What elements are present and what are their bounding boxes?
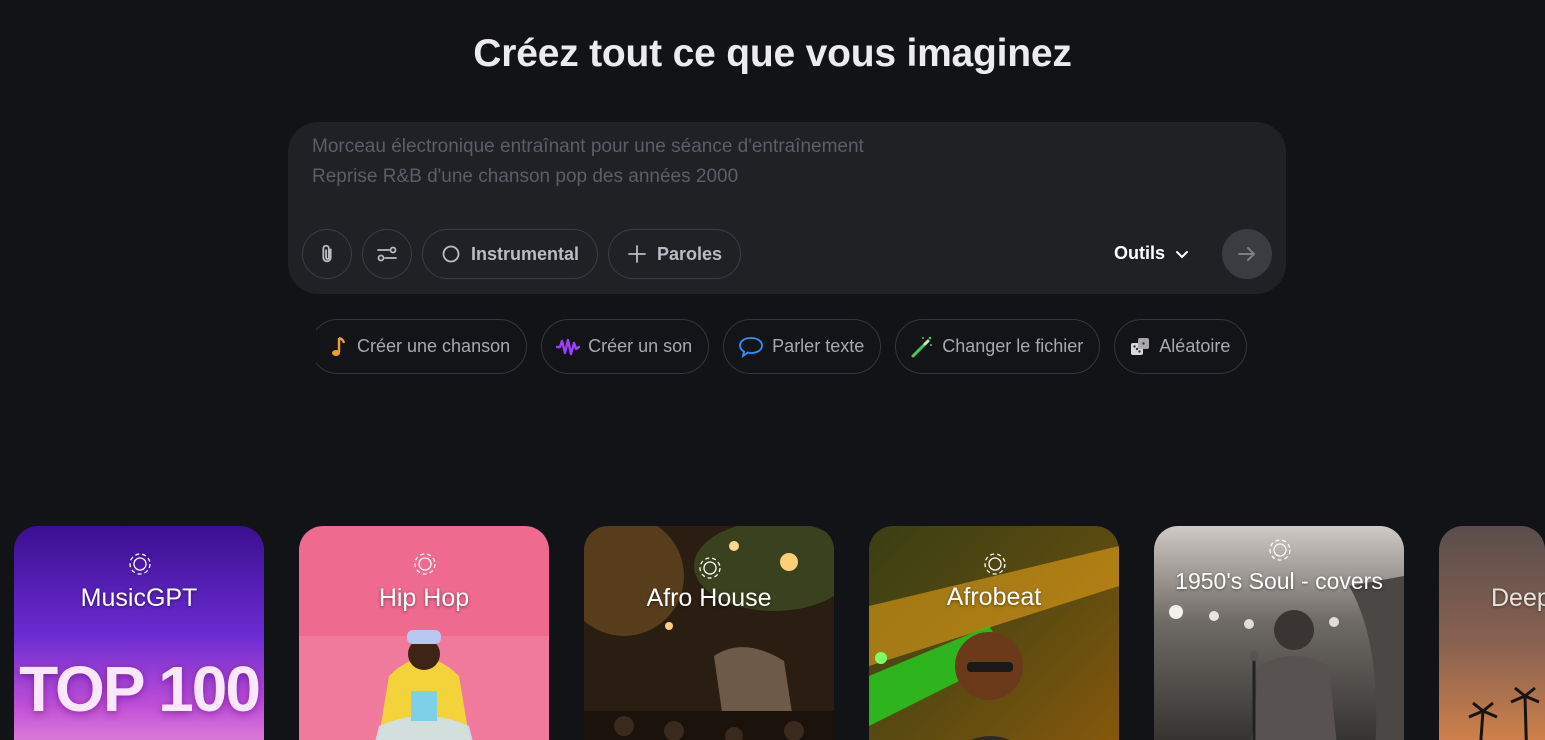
speech-bubble-icon [739,336,764,358]
magic-wand-icon [911,336,933,357]
tools-dropdown[interactable]: Outils [1114,243,1189,264]
lyrics-label: Paroles [657,243,723,264]
lyrics-button[interactable]: Paroles [608,229,742,279]
settings-button[interactable] [362,229,412,279]
playlist-card-musicgpt[interactable]: MusicGPT TOP 100 [14,526,264,740]
instrumental-toggle[interactable]: Instrumental [422,229,599,279]
card-title: Deep [1491,584,1545,612]
suggestion-random[interactable]: Aléatoire [1114,319,1248,374]
playlist-card-deep[interactable]: Deep [1439,526,1545,740]
radio-circle-icon [442,245,460,263]
musicgpt-logo-icon [129,553,151,575]
prompt-toolbar: Instrumental Paroles [302,229,742,279]
card-title: MusicGPT [80,584,198,612]
chevron-down-icon [1176,250,1189,258]
suggestion-create-song[interactable]: Créer une chanson [316,319,528,374]
instrumental-label: Instrumental [471,243,580,264]
suggestion-chips: Créer une chanson Créer un son Parler te… [316,319,1256,375]
chip-label: Parler texte [772,336,865,356]
prompt-box[interactable]: Morceau électronique entraînant pour une… [288,122,1286,294]
tools-label: Outils [1114,243,1166,263]
chip-label: Créer une chanson [357,336,511,356]
card-subtitle: TOP 100 [19,653,261,725]
chip-label: Créer un son [588,336,693,356]
playlist-card-afro-house[interactable]: Afro House [584,526,834,740]
placeholder-line: Morceau électronique entraînant pour une… [312,136,864,157]
prompt-input[interactable]: Morceau électronique entraînant pour une… [312,132,864,192]
music-note-icon [332,336,346,356]
placeholder-line: Reprise R&B d'une chanson pop des années… [312,166,739,187]
card-title: Hip Hop [378,584,470,612]
card-artwork [1439,526,1545,740]
musicgpt-logo-icon [1269,539,1291,561]
suggestion-text-to-speech[interactable]: Parler texte [723,319,882,374]
chip-label: Aléatoire [1159,336,1231,356]
suggestion-create-sound[interactable]: Créer un son [541,319,710,374]
waveform-icon [556,338,581,355]
arrow-right-icon [1238,247,1256,261]
send-button[interactable] [1222,229,1272,279]
plus-icon [628,245,646,263]
page: Créez tout ce que vous imaginez Morceau … [0,0,1545,740]
musicgpt-logo-icon [984,553,1006,575]
card-title: Afro House [646,584,772,612]
attach-button[interactable] [302,229,352,279]
dice-icon [1131,337,1150,355]
playlist-card-1950s-soul-covers[interactable]: 1950's Soul - covers [1154,526,1404,740]
musicgpt-logo-icon [699,557,721,579]
paperclip-icon [322,244,332,263]
musicgpt-logo-icon [414,553,436,575]
page-title: Créez tout ce que vous imaginez [473,32,1072,75]
sliders-icon [377,246,397,262]
card-title: 1950's Soul - covers [1175,568,1383,594]
suggestion-change-file[interactable]: Changer le fichier [895,319,1101,374]
playlist-card-hip-hop[interactable]: Hip Hop [299,526,549,740]
chip-label: Changer le fichier [942,336,1084,356]
card-title: Afrobeat [946,583,1042,611]
playlist-card-afrobeat[interactable]: Afrobeat [869,526,1119,740]
